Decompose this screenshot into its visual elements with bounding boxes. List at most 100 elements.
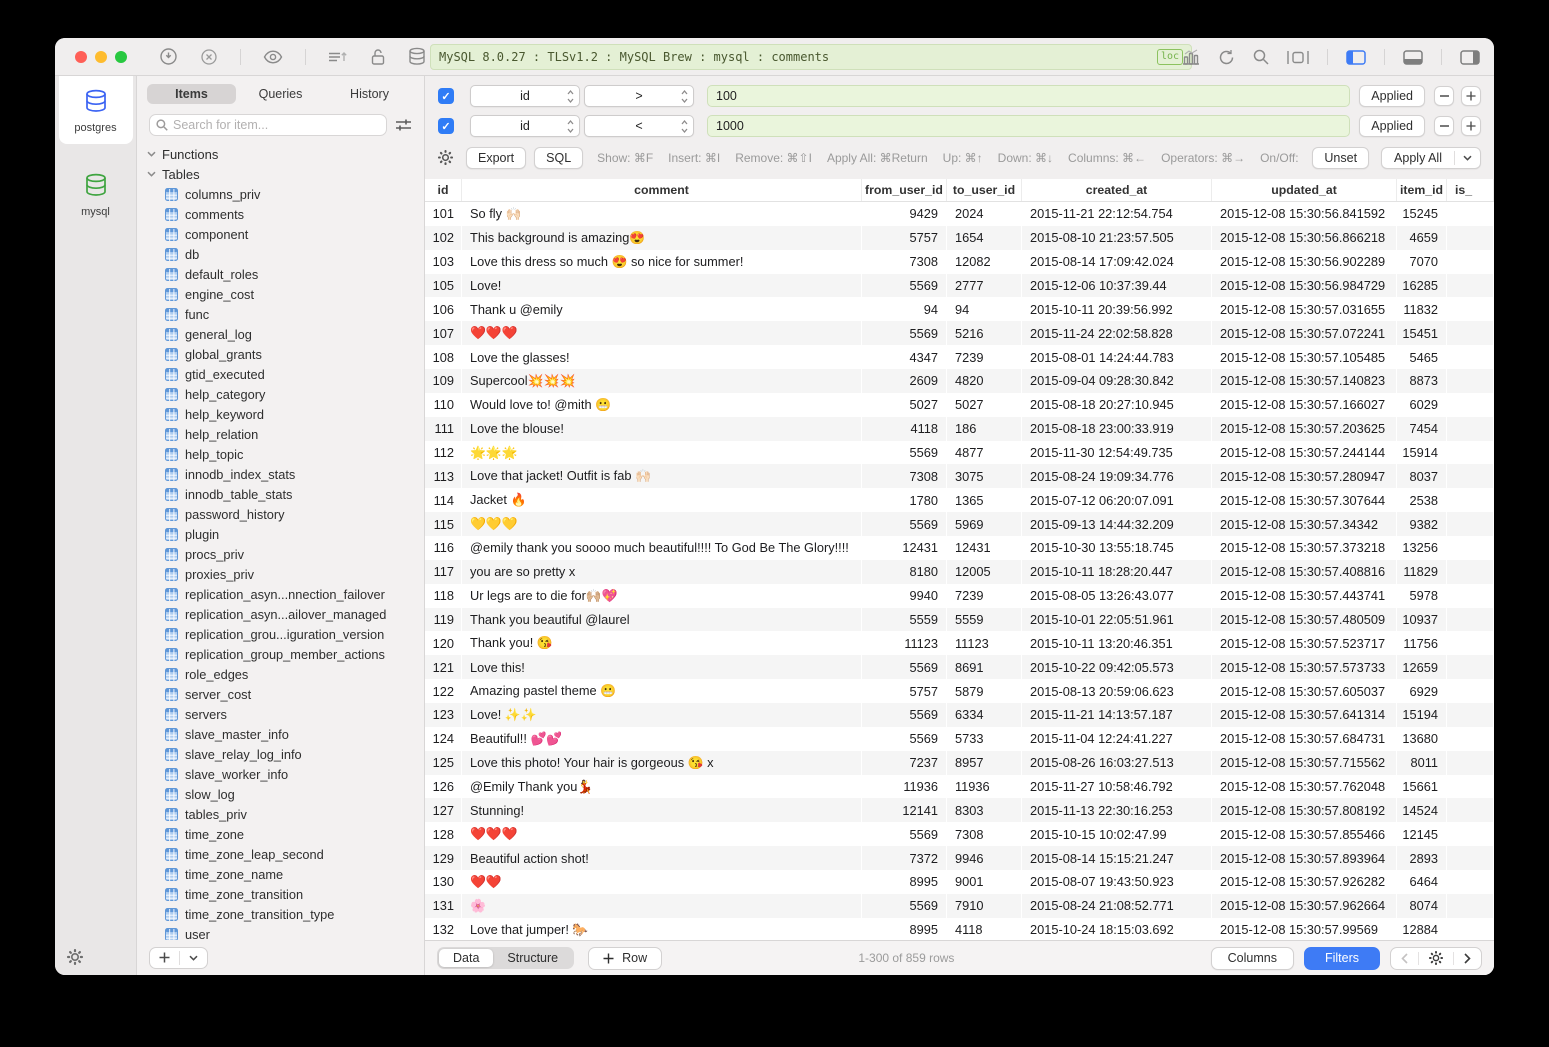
cell-item-id[interactable]: 8873: [1397, 369, 1447, 393]
table-row[interactable]: 109Supercool💥💥💥260948202015-09-04 09:28:…: [425, 369, 1494, 393]
cell-updated-at[interactable]: 2015-12-08 15:30:57.523717: [1212, 631, 1397, 655]
cell-created-at[interactable]: 2015-11-21 22:12:54.754: [1022, 202, 1212, 226]
cell-comment[interactable]: 💛💛💛: [462, 512, 862, 536]
tab-structure[interactable]: Structure: [493, 949, 572, 967]
remove-filter-button[interactable]: [1434, 116, 1454, 136]
table-row[interactable]: 131🌸556979102015-08-24 21:08:52.7712015-…: [425, 894, 1494, 918]
cell-updated-at[interactable]: 2015-12-08 15:30:57.307644: [1212, 488, 1397, 512]
tab-queries[interactable]: Queries: [236, 84, 325, 104]
cell-to-user-id[interactable]: 12431: [947, 536, 1022, 560]
cell-comment[interactable]: Love the glasses!: [462, 345, 862, 369]
cell-from-user-id[interactable]: 7308: [862, 464, 947, 488]
cell-id[interactable]: 119: [425, 608, 462, 632]
cell-updated-at[interactable]: 2015-12-08 15:30:57.715562: [1212, 751, 1397, 775]
cell-comment[interactable]: Jacket 🔥: [462, 488, 862, 512]
sidebar-table-replication_grouiguration_version[interactable]: replication_grou...iguration_version: [165, 624, 424, 644]
cell-created-at[interactable]: 2015-10-24 18:15:03.692: [1022, 918, 1212, 940]
table-row[interactable]: 124Beautiful!! 💕💕556957332015-11-04 12:2…: [425, 727, 1494, 751]
cell-is[interactable]: [1447, 345, 1494, 369]
filter-field-select[interactable]: id: [470, 115, 580, 137]
cell-id[interactable]: 123: [425, 703, 462, 727]
sidebar-table-component[interactable]: component: [165, 224, 424, 244]
cell-item-id[interactable]: 6464: [1397, 870, 1447, 894]
filters-button[interactable]: Filters: [1304, 947, 1380, 970]
connect-icon[interactable]: [159, 47, 178, 66]
cell-to-user-id[interactable]: 9001: [947, 870, 1022, 894]
sidebar-table-slow_log[interactable]: slow_log: [165, 784, 424, 804]
cell-item-id[interactable]: 12659: [1397, 655, 1447, 679]
cell-updated-at[interactable]: 2015-12-08 15:30:57.072241: [1212, 321, 1397, 345]
cell-id[interactable]: 118: [425, 584, 462, 608]
cell-item-id[interactable]: 6929: [1397, 679, 1447, 703]
cell-from-user-id[interactable]: 5569: [862, 274, 947, 298]
cell-item-id[interactable]: 15451: [1397, 321, 1447, 345]
cell-is[interactable]: [1447, 297, 1494, 321]
cell-from-user-id[interactable]: 4347: [862, 345, 947, 369]
cell-id[interactable]: 102: [425, 226, 462, 250]
cell-to-user-id[interactable]: 8957: [947, 751, 1022, 775]
cell-to-user-id[interactable]: 11123: [947, 631, 1022, 655]
cell-id[interactable]: 127: [425, 798, 462, 822]
table-row[interactable]: 107❤️❤️❤️556952162015-11-24 22:02:58.828…: [425, 321, 1494, 345]
cell-updated-at[interactable]: 2015-12-08 15:30:57.031655: [1212, 297, 1397, 321]
cell-is[interactable]: [1447, 631, 1494, 655]
cell-to-user-id[interactable]: 12005: [947, 560, 1022, 584]
cell-from-user-id[interactable]: 5569: [862, 321, 947, 345]
cell-item-id[interactable]: 16285: [1397, 274, 1447, 298]
cell-item-id[interactable]: 14524: [1397, 798, 1447, 822]
cell-comment[interactable]: Love! ✨✨: [462, 703, 862, 727]
settings-gear-icon[interactable]: [67, 949, 83, 965]
cell-to-user-id[interactable]: 7239: [947, 345, 1022, 369]
cell-item-id[interactable]: 12145: [1397, 822, 1447, 846]
cell-is[interactable]: [1447, 369, 1494, 393]
cell-comment[interactable]: Ur legs are to die for🙌🏼💖: [462, 584, 862, 608]
cell-id[interactable]: 113: [425, 464, 462, 488]
sidebar-table-comments[interactable]: comments: [165, 204, 424, 224]
sidebar-table-time_zone_transition_type[interactable]: time_zone_transition_type: [165, 904, 424, 924]
add-filter-button[interactable]: [1461, 116, 1481, 136]
cell-to-user-id[interactable]: 4118: [947, 918, 1022, 940]
cell-item-id[interactable]: 10937: [1397, 608, 1447, 632]
filter-applied-button[interactable]: Applied: [1359, 115, 1425, 137]
table-row[interactable]: 115💛💛💛556959692015-09-13 14:44:32.209201…: [425, 512, 1494, 536]
cell-updated-at[interactable]: 2015-12-08 15:30:57.926282: [1212, 870, 1397, 894]
cell-created-at[interactable]: 2015-08-13 20:59:06.623: [1022, 679, 1212, 703]
database-icon[interactable]: [408, 47, 426, 66]
cell-to-user-id[interactable]: 8691: [947, 655, 1022, 679]
cell-comment[interactable]: Thank you beautiful @laurel: [462, 608, 862, 632]
cell-from-user-id[interactable]: 8995: [862, 918, 947, 940]
search-input[interactable]: [173, 118, 380, 132]
fit-columns-icon[interactable]: [1287, 50, 1309, 65]
table-row[interactable]: 112🌟🌟🌟556948772015-11-30 12:54:49.735201…: [425, 441, 1494, 465]
toggle-left-panel-icon[interactable]: [1346, 50, 1366, 65]
cell-created-at[interactable]: 2015-11-04 12:24:41.227: [1022, 727, 1212, 751]
cell-item-id[interactable]: 7454: [1397, 417, 1447, 441]
cell-from-user-id[interactable]: 9429: [862, 202, 947, 226]
sidebar-table-db[interactable]: db: [165, 244, 424, 264]
tab-items[interactable]: Items: [147, 84, 236, 104]
add-item-button[interactable]: [149, 947, 208, 969]
cell-created-at[interactable]: 2015-10-30 13:55:18.745: [1022, 536, 1212, 560]
cell-updated-at[interactable]: 2015-12-08 15:30:56.866218: [1212, 226, 1397, 250]
cell-updated-at[interactable]: 2015-12-08 15:30:57.99569: [1212, 918, 1397, 940]
cell-from-user-id[interactable]: 9940: [862, 584, 947, 608]
cell-id[interactable]: 120: [425, 631, 462, 655]
cell-item-id[interactable]: 2893: [1397, 846, 1447, 870]
table-row[interactable]: 121Love this!556986912015-10-22 09:42:05…: [425, 655, 1494, 679]
cell-created-at[interactable]: 2015-07-12 06:20:07.091: [1022, 488, 1212, 512]
filter-value-input[interactable]: [707, 115, 1350, 137]
cell-to-user-id[interactable]: 5559: [947, 608, 1022, 632]
cell-id[interactable]: 131: [425, 894, 462, 918]
cell-from-user-id[interactable]: 12141: [862, 798, 947, 822]
cell-to-user-id[interactable]: 1365: [947, 488, 1022, 512]
refresh-icon[interactable]: [1218, 49, 1235, 66]
cell-is[interactable]: [1447, 846, 1494, 870]
filter-enabled-checkbox[interactable]: ✓: [438, 88, 454, 104]
cell-item-id[interactable]: 13680: [1397, 727, 1447, 751]
cell-updated-at[interactable]: 2015-12-08 15:30:57.962664: [1212, 894, 1397, 918]
cell-updated-at[interactable]: 2015-12-08 15:30:57.140823: [1212, 369, 1397, 393]
cell-comment[interactable]: Love this!: [462, 655, 862, 679]
cell-updated-at[interactable]: 2015-12-08 15:30:57.443741: [1212, 584, 1397, 608]
cell-is[interactable]: [1447, 321, 1494, 345]
table-row[interactable]: 116@emily thank you soooo much beautiful…: [425, 536, 1494, 560]
